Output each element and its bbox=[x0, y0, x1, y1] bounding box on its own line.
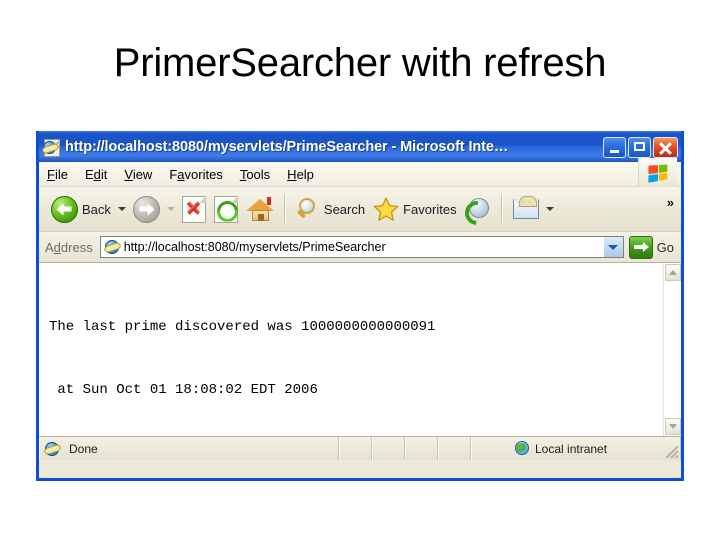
status-cell-2 bbox=[372, 437, 405, 460]
address-label: Address bbox=[45, 239, 93, 255]
menu-bar: File Edit View Favorites Tools Help bbox=[39, 158, 681, 188]
slide: PrimerSearcher with refresh http://local… bbox=[0, 0, 720, 540]
menu-item-favorites[interactable]: Favorites bbox=[169, 167, 222, 182]
windows-logo-icon bbox=[638, 158, 677, 188]
page-document: The last prime discovered was 1000000000… bbox=[39, 263, 663, 436]
title-bar: http://localhost:8080/myservlets/PrimeSe… bbox=[39, 131, 681, 162]
go-arrow-icon bbox=[628, 235, 653, 259]
address-input-value: http://localhost:8080/myservlets/PrimeSe… bbox=[123, 240, 386, 254]
forward-button[interactable] bbox=[129, 192, 164, 226]
mail-icon bbox=[512, 196, 539, 219]
status-ie-icon bbox=[44, 441, 60, 457]
menu-item-edit[interactable]: Edit bbox=[85, 167, 107, 182]
page-title: PrimerSearcher with refresh bbox=[113, 41, 607, 85]
menu-item-tools[interactable]: Tools bbox=[240, 167, 270, 182]
close-button[interactable] bbox=[653, 136, 678, 158]
scroll-up-button[interactable] bbox=[665, 264, 681, 281]
refresh-icon bbox=[213, 195, 238, 223]
browser-window: http://localhost:8080/myservlets/PrimeSe… bbox=[36, 131, 684, 481]
stop-button[interactable] bbox=[178, 192, 210, 226]
menu-item-file[interactable]: File bbox=[47, 167, 68, 182]
favorites-button-label: Favorites bbox=[403, 201, 457, 217]
status-bar: Done Local intranet bbox=[39, 437, 681, 460]
favorites-button[interactable]: Favorites bbox=[369, 192, 460, 226]
page-favicon-icon bbox=[104, 239, 120, 255]
status-message: Done bbox=[69, 441, 98, 456]
menu-item-view[interactable]: View bbox=[124, 167, 152, 182]
search-button[interactable]: Search bbox=[292, 192, 369, 226]
toolbar-separator-1 bbox=[283, 195, 286, 223]
menu-item-help[interactable]: Help bbox=[287, 167, 314, 182]
window-controls bbox=[597, 136, 678, 158]
forward-arrow-icon bbox=[132, 195, 160, 223]
mail-button[interactable] bbox=[509, 192, 561, 226]
status-cell-1 bbox=[339, 437, 372, 460]
minimize-button[interactable] bbox=[603, 136, 626, 158]
resize-grip[interactable] bbox=[666, 446, 678, 458]
back-history-chevron-down-icon[interactable] bbox=[117, 207, 126, 211]
chevron-down-icon bbox=[669, 424, 677, 429]
search-button-label: Search bbox=[323, 201, 366, 217]
status-cell-3 bbox=[405, 437, 438, 460]
toolbar-overflow-icon[interactable]: » bbox=[667, 195, 674, 210]
security-zone-cell[interactable]: Local intranet bbox=[471, 437, 681, 460]
address-input[interactable]: http://localhost:8080/myservlets/PrimeSe… bbox=[99, 236, 604, 258]
navigation-toolbar: Back Search Favorites » bbox=[39, 187, 681, 232]
refresh-button[interactable] bbox=[210, 192, 242, 226]
forward-history-chevron-down-icon[interactable] bbox=[166, 207, 175, 211]
go-button-label: Go bbox=[656, 239, 674, 255]
go-button[interactable]: Go bbox=[624, 235, 681, 259]
internet-explorer-icon bbox=[43, 138, 60, 157]
back-button[interactable]: Back bbox=[47, 192, 115, 226]
globe-icon bbox=[459, 195, 494, 230]
status-message-cell: Done bbox=[39, 437, 339, 460]
status-cell-4 bbox=[438, 437, 471, 460]
window-title: http://localhost:8080/myservlets/PrimeSe… bbox=[65, 139, 509, 155]
home-button[interactable] bbox=[242, 192, 278, 226]
address-bar: Address http://localhost:8080/myservlets… bbox=[39, 232, 681, 263]
security-zone-label: Local intranet bbox=[535, 441, 608, 456]
home-icon bbox=[245, 196, 274, 222]
stop-icon bbox=[181, 195, 206, 223]
prime-result-line-1: The last prime discovered was 1000000000… bbox=[49, 319, 436, 335]
prime-result-line-2: at Sun Oct 01 18:08:02 EDT 2006 bbox=[49, 382, 318, 398]
vertical-scrollbar[interactable] bbox=[663, 263, 681, 436]
media-button[interactable] bbox=[459, 192, 495, 230]
maximize-button[interactable] bbox=[628, 136, 651, 158]
toolbar-separator-2 bbox=[500, 195, 503, 223]
star-icon bbox=[373, 197, 399, 221]
chevron-up-icon bbox=[669, 270, 677, 275]
back-arrow-icon bbox=[51, 195, 78, 223]
address-dropdown-chevron-down-icon[interactable] bbox=[603, 236, 624, 258]
mail-chevron-down-icon[interactable] bbox=[545, 207, 554, 211]
back-button-label: Back bbox=[82, 201, 111, 217]
scroll-down-button[interactable] bbox=[665, 418, 681, 435]
content-area: The last prime discovered was 1000000000… bbox=[39, 263, 681, 437]
search-icon bbox=[296, 197, 320, 221]
intranet-zone-icon bbox=[514, 441, 530, 456]
